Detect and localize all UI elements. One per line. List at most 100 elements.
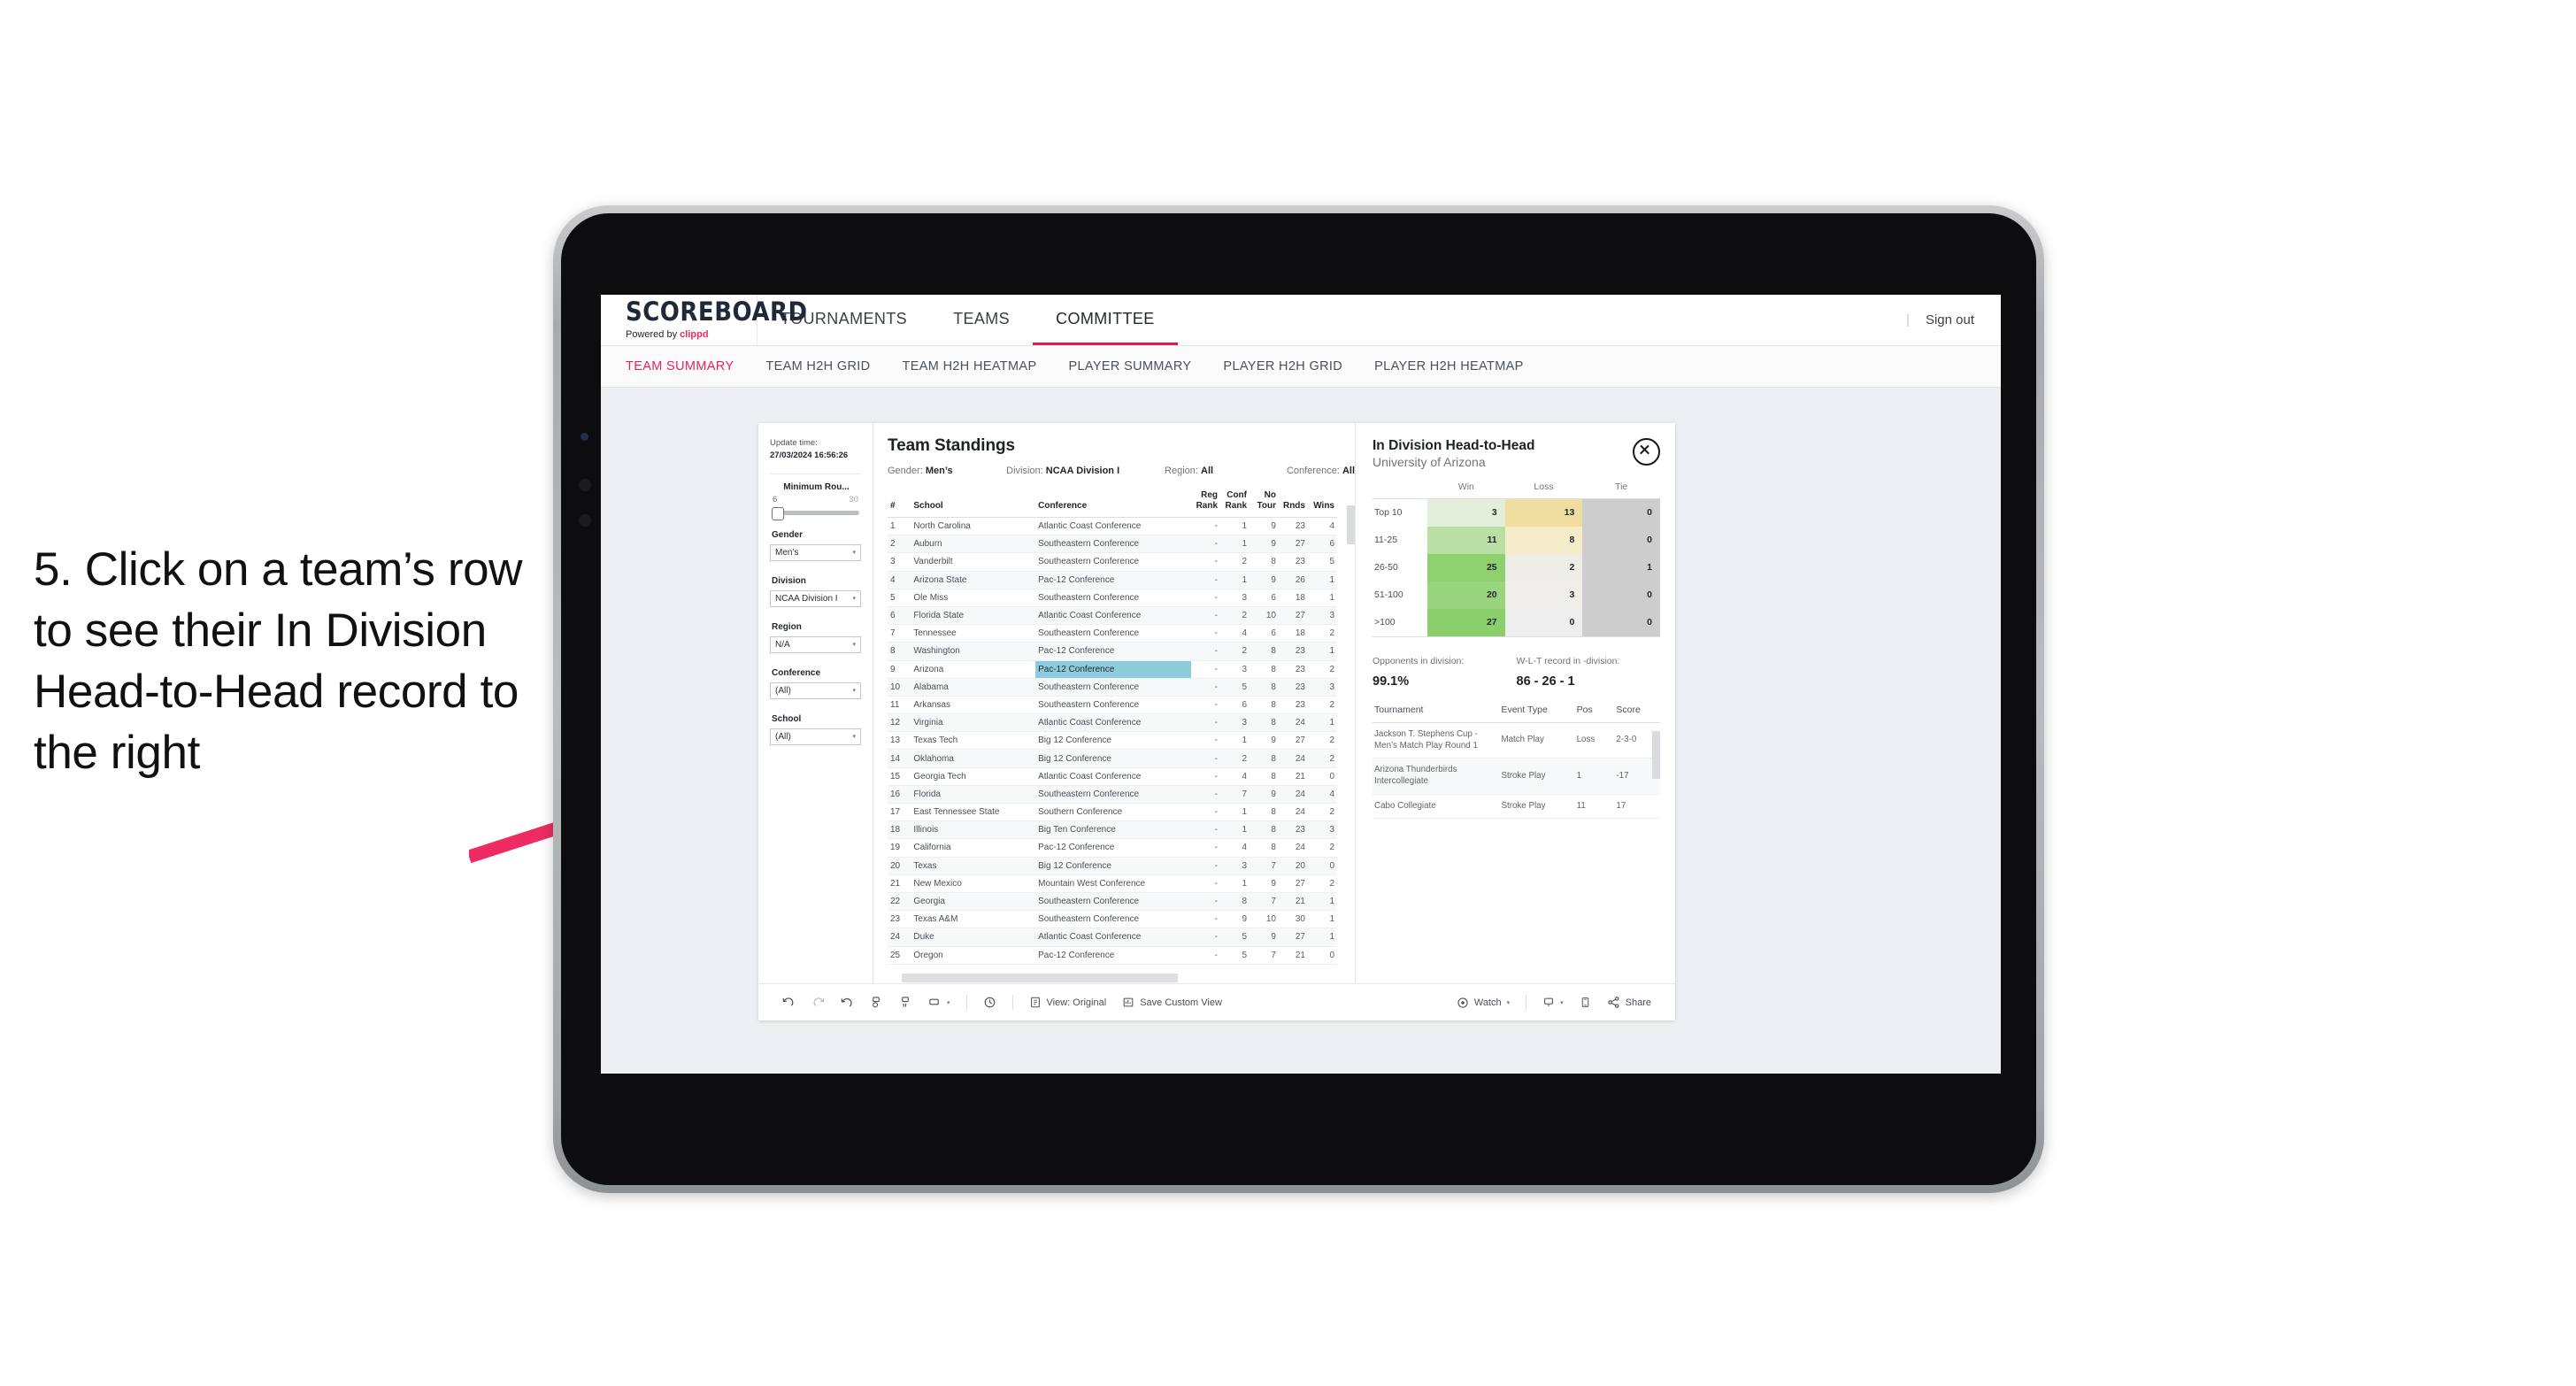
h2h-col-tie: Tie — [1582, 481, 1660, 499]
history-icon[interactable] — [975, 996, 1004, 1009]
rnds-cell: 24 — [1278, 785, 1308, 805]
table-row[interactable]: 13 Texas Tech Big 12 Conference -1 9 27 2 — [888, 731, 1337, 751]
layout-icon[interactable]: ▾ — [920, 997, 958, 1008]
table-row[interactable]: 4 Arizona State Pac-12 Conference -1 9 26 1 — [888, 571, 1337, 589]
tab-team-h2h-heatmap[interactable]: TEAM H2H HEATMAP — [903, 359, 1037, 373]
rnds-cell: 23 — [1278, 660, 1308, 679]
col-wins[interactable]: Wins — [1307, 488, 1337, 518]
revert-icon[interactable] — [833, 996, 862, 1009]
table-row[interactable]: 9 Arizona Pac-12 Conference -3 8 23 2 — [888, 660, 1337, 679]
table-row[interactable]: 1 North Carolina Atlantic Coast Conference… — [888, 517, 1337, 536]
reg-rank-cell: - — [1191, 785, 1221, 805]
col-rnds[interactable]: Rnds — [1278, 488, 1308, 518]
view-original-button[interactable]: View: Original — [1021, 996, 1115, 1009]
table-row[interactable]: 22 Georgia Southeastern Conference -8 7 21 1 — [888, 892, 1337, 912]
col-no-tour[interactable]: No Tour — [1250, 488, 1279, 518]
table-row[interactable]: 17 East Tennessee State Southern Conferenc… — [888, 803, 1337, 822]
wlt-label: W-L-T record in -division: — [1516, 655, 1620, 666]
h2h-loss-cell: 13 — [1504, 498, 1583, 527]
h2h-win-cell: 27 — [1427, 608, 1505, 637]
pause-auto-update-icon[interactable] — [891, 996, 920, 1009]
table-row[interactable]: 10 Alabama Southeastern Conference -5 8 23 3 — [888, 678, 1337, 697]
conf-rank-cell: 3 — [1220, 589, 1250, 607]
share-button[interactable]: Share — [1599, 996, 1659, 1009]
h2h-loss-cell: 0 — [1504, 608, 1583, 637]
reg-rank-cell: - — [1191, 892, 1221, 912]
save-custom-view-button[interactable]: Save Custom View — [1114, 996, 1230, 1009]
undo-icon[interactable] — [774, 996, 804, 1009]
device-preview-icon[interactable] — [1572, 996, 1599, 1009]
summary-gender-value: Men’s — [925, 466, 953, 476]
table-row[interactable]: 16 Florida Southeastern Conference -7 9 24 4 — [888, 785, 1337, 805]
table-row[interactable]: 21 New Mexico Mountain West Conference -1 9 2… — [888, 874, 1337, 893]
sign-out-link[interactable]: Sign out — [1926, 312, 1974, 327]
standings-horizontal-scrollbar[interactable] — [902, 974, 1179, 982]
refresh-data-icon[interactable] — [862, 996, 891, 1009]
col-rank[interactable]: # — [888, 488, 911, 518]
school-cell: Duke — [911, 928, 1036, 947]
conf-rank-cell: 7 — [1220, 785, 1250, 805]
col-event-type[interactable]: Event Type — [1499, 704, 1575, 723]
gender-select[interactable]: Men’s ▾ — [770, 543, 861, 561]
list-item[interactable]: Cabo Collegiate Stroke Play 11 17 — [1373, 794, 1660, 820]
conference-cell: Pac-12 Conference — [1035, 946, 1192, 965]
reg-rank-cell: - — [1191, 767, 1221, 786]
standings-table: # School Conference Reg Rank Conf Rank N… — [888, 488, 1337, 965]
nav-committee[interactable]: COMMITTEE — [1033, 295, 1178, 345]
rnds-cell: 24 — [1278, 803, 1308, 822]
list-item[interactable]: Jackson T. Stephens Cup - Men’s Match Pl… — [1373, 722, 1660, 759]
conf-rank-cell: 1 — [1220, 803, 1250, 822]
col-reg-rank[interactable]: Reg Rank — [1191, 488, 1221, 518]
col-tournament[interactable]: Tournament — [1373, 704, 1500, 723]
table-row[interactable]: 5 Ole Miss Southeastern Conference -3 6 18 1 — [888, 589, 1337, 607]
table-row[interactable]: 19 California Pac-12 Conference -4 8 24 2 — [888, 838, 1337, 858]
col-score[interactable]: Score — [1614, 704, 1660, 723]
col-school[interactable]: School — [911, 488, 1036, 518]
nav-teams[interactable]: TEAMS — [930, 295, 1033, 345]
table-row[interactable]: 15 Georgia Tech Atlantic Coast Conference -… — [888, 767, 1337, 786]
region-select[interactable]: N/A ▾ — [770, 635, 861, 653]
conf-rank-cell: 1 — [1220, 731, 1250, 751]
table-row[interactable]: 8 Washington Pac-12 Conference -2 8 23 1 — [888, 642, 1337, 661]
watch-button[interactable]: Watch ▾ — [1449, 997, 1518, 1009]
table-row[interactable]: 11 Arkansas Southeastern Conference -6 8 23 2 — [888, 696, 1337, 715]
table-row[interactable]: 6 Florida State Atlantic Coast Conference -… — [888, 606, 1337, 626]
region-filter: Region N/A ▾ — [770, 622, 861, 653]
table-row[interactable]: 18 Illinois Big Ten Conference -1 8 23 3 — [888, 820, 1337, 840]
tournaments-scrollbar[interactable] — [1652, 730, 1660, 779]
active-filter-summary: Gender: Men’s Division: NCAA Division I … — [888, 466, 1355, 476]
conference-cell: Atlantic Coast Conference — [1035, 606, 1192, 626]
school-select[interactable]: (All) ▾ — [770, 728, 861, 745]
minimum-rounds-slider[interactable] — [772, 506, 859, 520]
table-row[interactable]: 20 Texas Big 12 Conference -3 7 20 0 — [888, 857, 1337, 875]
table-row[interactable]: 24 Duke Atlantic Coast Conference -5 9 27 1 — [888, 928, 1337, 947]
table-row[interactable]: 12 Virginia Atlantic Coast Conference -3 8 24… — [888, 713, 1337, 733]
h2h-stats: Opponents in division: 99.1% W-L-T recor… — [1373, 656, 1660, 689]
standings-vertical-scrollbar[interactable] — [1347, 505, 1355, 544]
tab-team-summary[interactable]: TEAM SUMMARY — [626, 359, 734, 373]
col-conference[interactable]: Conference — [1035, 488, 1192, 518]
tab-player-h2h-heatmap[interactable]: PLAYER H2H HEATMAP — [1374, 359, 1524, 373]
col-pos[interactable]: Pos — [1574, 704, 1615, 723]
table-row[interactable]: 23 Texas A&M Southeastern Conference -9 10 30… — [888, 910, 1337, 929]
table-row[interactable]: 25 Oregon Pac-12 Conference -5 7 21 0 — [888, 946, 1337, 965]
tab-player-h2h-grid[interactable]: PLAYER H2H GRID — [1223, 359, 1342, 373]
wins-cell: 2 — [1307, 803, 1337, 822]
division-select[interactable]: NCAA Division I ▾ — [770, 589, 861, 607]
slider-thumb[interactable] — [772, 506, 784, 520]
table-row[interactable]: 7 Tennessee Southeastern Conference -4 6 18 2 — [888, 624, 1337, 643]
scoreboard-logo[interactable]: SCOREBOARD Powered by clippd — [601, 295, 807, 345]
col-conf-rank[interactable]: Conf Rank — [1220, 488, 1250, 518]
table-row[interactable]: 14 Oklahoma Big 12 Conference -2 8 24 2 — [888, 749, 1337, 768]
close-circle-icon[interactable] — [1633, 438, 1660, 466]
dashboard-toolbar: ▾ View: Original Save Custom View Watch ▾… — [758, 983, 1675, 1020]
conference-select[interactable]: (All) ▾ — [770, 681, 861, 699]
table-row[interactable]: 3 Vanderbilt Southeastern Conference -2 8 23 5 — [888, 552, 1337, 572]
tab-player-summary[interactable]: PLAYER SUMMARY — [1068, 359, 1191, 373]
comment-button[interactable]: ▾ — [1534, 996, 1572, 1009]
tab-team-h2h-grid[interactable]: TEAM H2H GRID — [765, 359, 870, 373]
rnds-cell: 24 — [1278, 749, 1308, 768]
table-row[interactable]: 2 Auburn Southeastern Conference -1 9 27 6 — [888, 535, 1337, 554]
list-item[interactable]: Arizona Thunderbirds Intercollegiate Stro… — [1373, 758, 1660, 795]
redo-icon[interactable] — [804, 996, 833, 1009]
